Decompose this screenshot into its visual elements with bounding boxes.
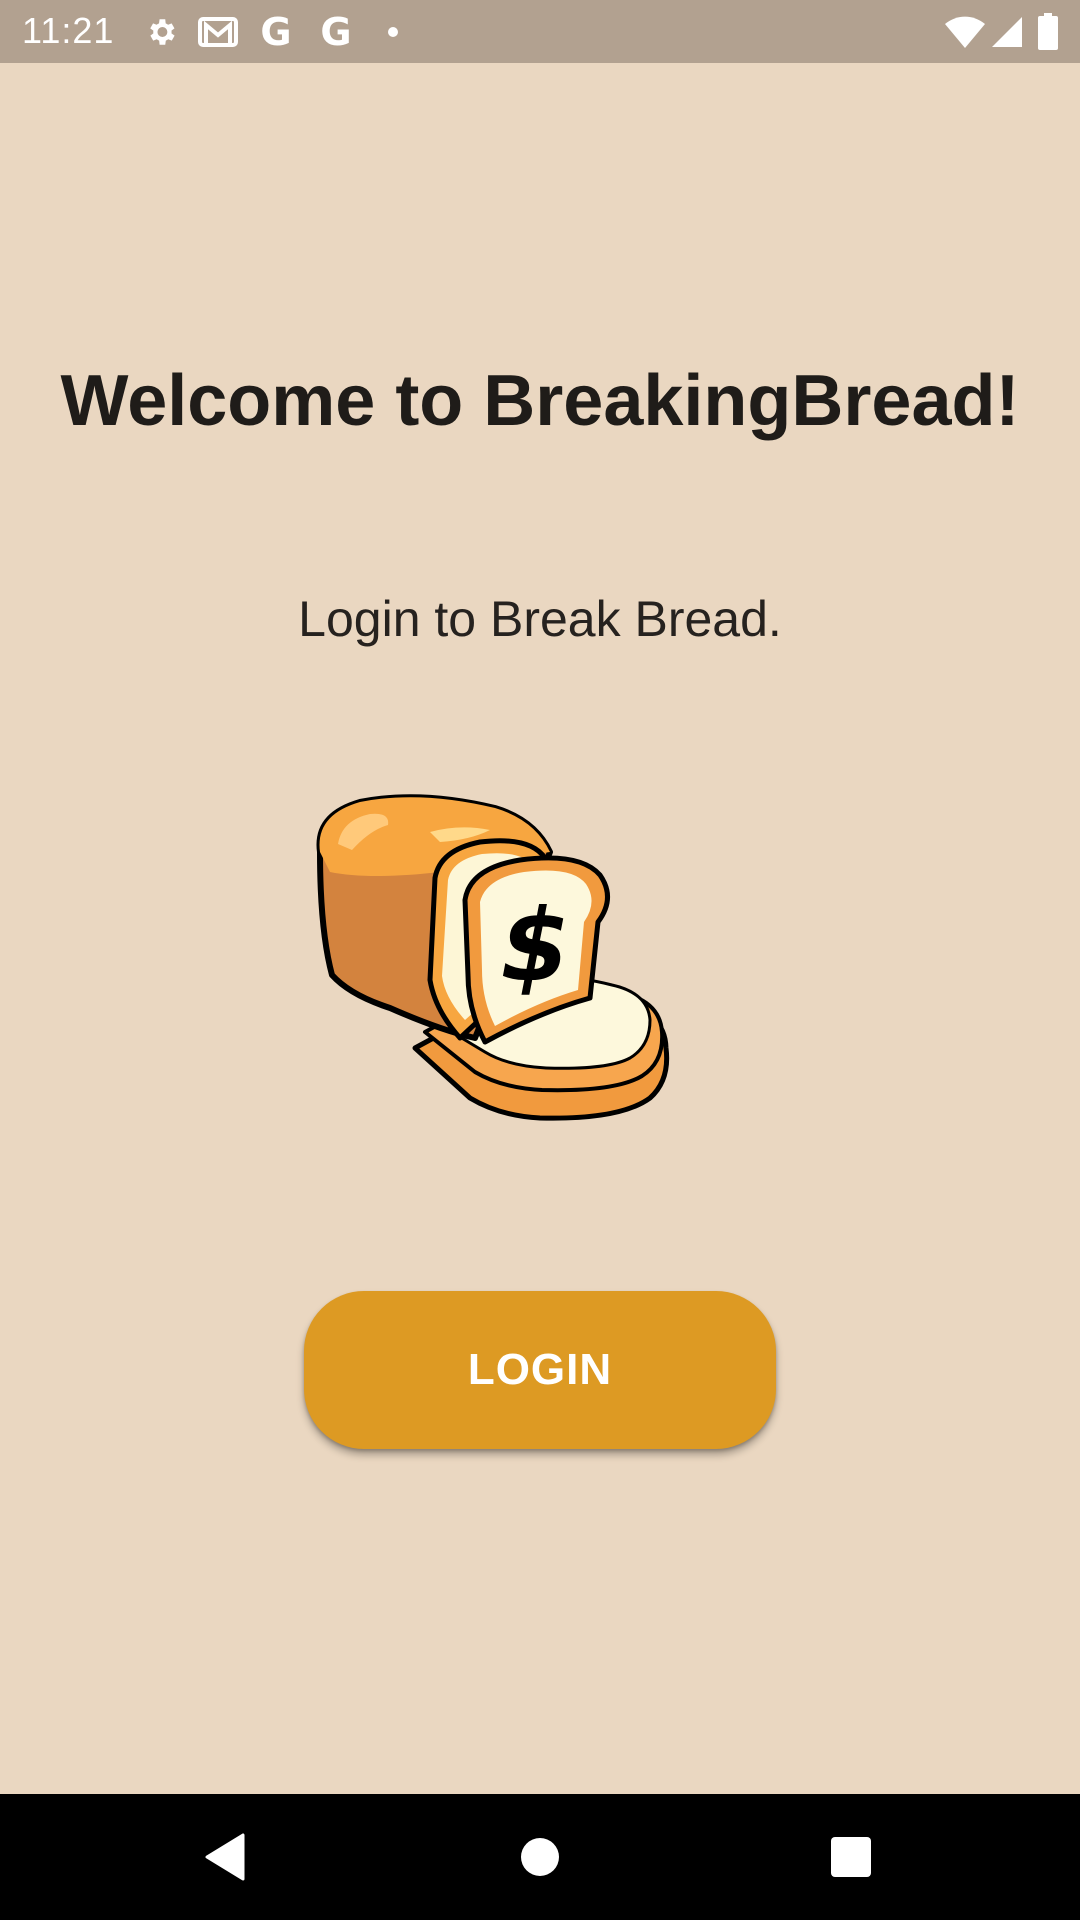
recents-icon[interactable] — [816, 1822, 886, 1892]
google-icon: G — [320, 10, 352, 54]
login-button[interactable]: LOGIN — [304, 1291, 776, 1449]
status-time: 11:21 — [22, 10, 115, 51]
gmail-icon — [197, 12, 239, 52]
status-bar: 11:21 G G — [0, 0, 1080, 63]
bread-dollar-logo: $ — [290, 780, 760, 1180]
svg-text:$: $ — [500, 887, 570, 1004]
home-icon[interactable] — [505, 1822, 575, 1892]
cellular-signal-icon — [990, 12, 1024, 52]
battery-icon — [1036, 12, 1060, 52]
notification-dot-icon — [386, 12, 400, 52]
settings-icon — [142, 12, 180, 52]
wifi-icon — [944, 12, 986, 52]
google-icon: G — [260, 10, 292, 54]
back-icon[interactable] — [190, 1822, 260, 1892]
welcome-title: Welcome to BreakingBread! — [60, 361, 1020, 441]
login-subtitle: Login to Break Bread. — [298, 591, 782, 647]
navigation-bar — [0, 1794, 1080, 1920]
